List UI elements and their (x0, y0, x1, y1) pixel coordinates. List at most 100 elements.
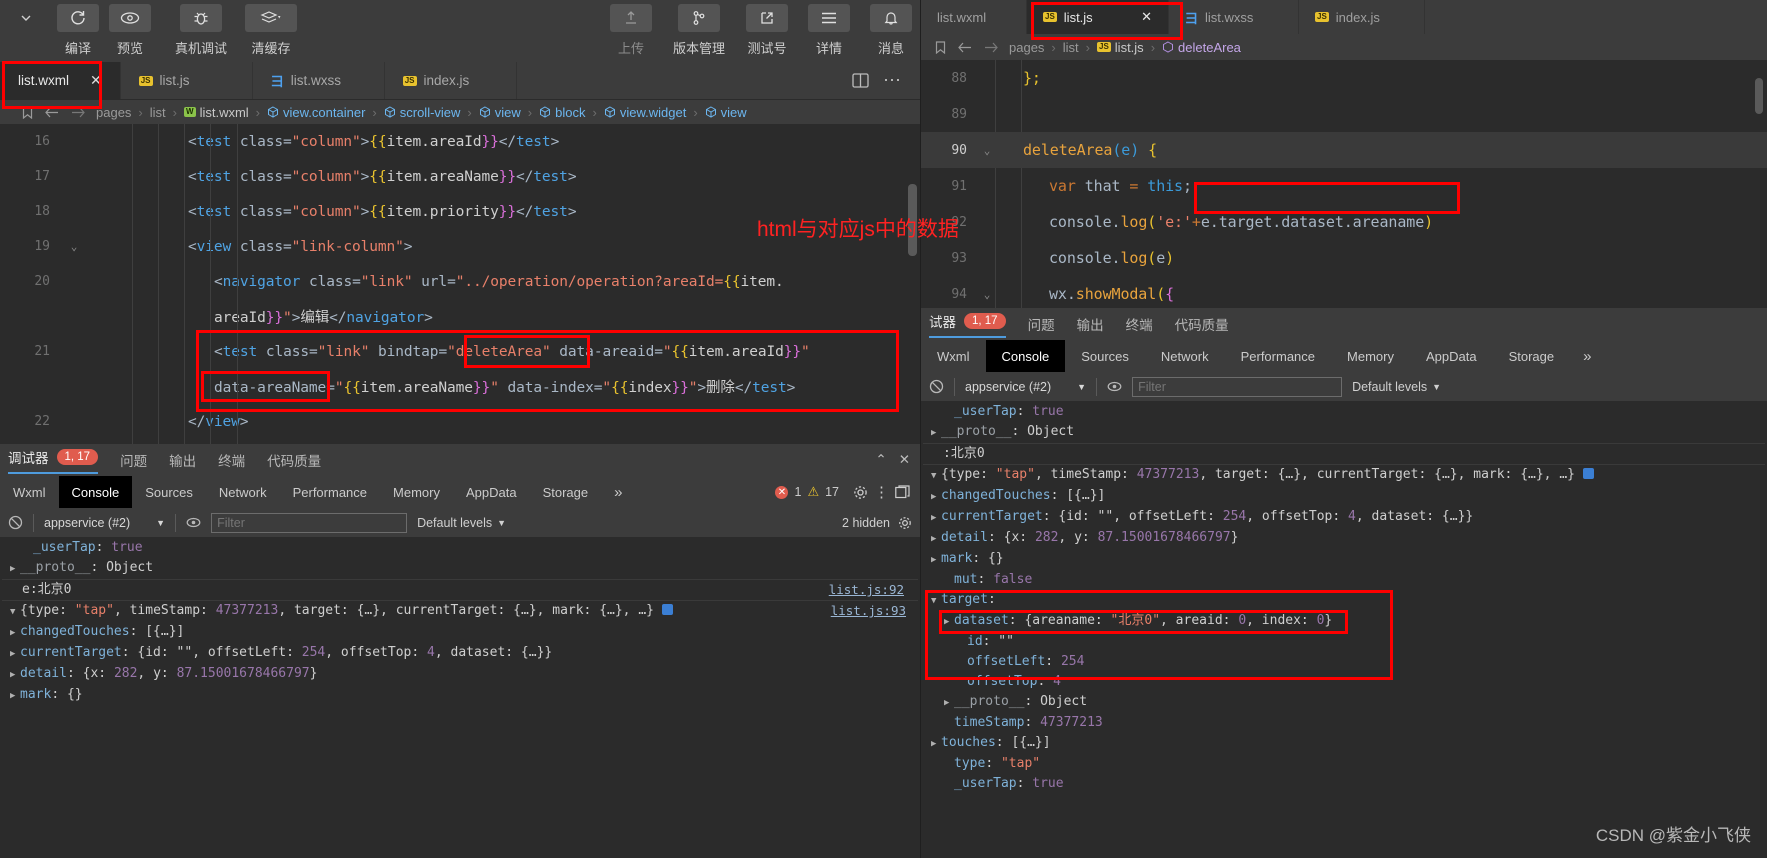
devtools-tab-appdata[interactable]: AppData (1410, 340, 1493, 372)
toolbar-preview-button[interactable]: 预览 (104, 0, 156, 57)
devtools-tab-storage[interactable]: Storage (1493, 340, 1571, 372)
expand-triangle-icon[interactable]: ▶ (10, 645, 20, 663)
devtools-tab-storage[interactable]: Storage (530, 476, 602, 508)
console-line[interactable]: _userTap: true (921, 402, 1767, 422)
devtools-tab-memory[interactable]: Memory (380, 476, 453, 508)
console-context-select[interactable]: appservice (#2) ▼ (965, 380, 1086, 394)
console-line[interactable]: ▶ detail: {x: 282, y: 87.15001678466797} (921, 528, 1767, 549)
expand-triangle-icon[interactable]: ▶ (931, 509, 941, 527)
console-filter-input[interactable] (211, 512, 408, 533)
subtab-problems[interactable]: 问题 (1028, 314, 1055, 334)
expand-triangle-icon[interactable]: ▶ (10, 666, 20, 684)
breadcrumb-item-node[interactable]: view.container (267, 105, 365, 120)
bookmark-icon[interactable] (22, 105, 33, 119)
console-line[interactable]: ▶ changedTouches: [{…}] (0, 622, 920, 643)
console-line[interactable]: ▼ {type: "tap", timeStamp: 47377213, targ… (0, 601, 920, 622)
console-line[interactable]: id: "" (921, 632, 1767, 652)
expand-triangle-icon[interactable]: ▶ (10, 560, 20, 578)
editor-tab-list-wxss[interactable]: 彐 list.wxss (253, 62, 385, 99)
expand-triangle-icon[interactable]: ▼ (931, 592, 941, 610)
toolbar-test-id-button[interactable]: 测试号 (736, 0, 798, 57)
console-levels-select[interactable]: Default levels ▼ (417, 516, 506, 530)
settings-gear-icon[interactable] (853, 485, 868, 500)
subtab-code-quality[interactable]: 代码质量 (267, 450, 321, 470)
expand-triangle-icon[interactable]: ▶ (10, 687, 20, 705)
devtools-tab-network[interactable]: Network (206, 476, 280, 508)
right-console-output[interactable]: _userTap: true ▶ __proto__: Object:北京0 ▼ {ty… (921, 402, 1767, 858)
subtab-terminal[interactable]: 终端 (1126, 314, 1153, 334)
breadcrumb-item-file[interactable]: W list.wxml (184, 105, 249, 120)
back-arrow-icon[interactable] (958, 42, 972, 53)
toolbar-clear-cache-button[interactable]: 清缓存 (240, 0, 302, 57)
breadcrumb-item-list[interactable]: list (150, 105, 166, 120)
close-icon[interactable]: ✕ (1121, 9, 1152, 25)
console-line[interactable]: ▶ detail: {x: 282, y: 87.15001678466797} (0, 664, 920, 685)
forward-arrow-icon[interactable] (71, 107, 85, 118)
console-line[interactable]: ▶ __proto__: Object (921, 692, 1767, 713)
right-breadcrumb-item-file[interactable]: JS list.js (1097, 40, 1144, 55)
console-line[interactable]: e:北京0 list.js:92 (2, 579, 918, 601)
expand-triangle-icon[interactable]: ▶ (10, 624, 20, 642)
subtab-debugger[interactable]: 试器 1, 17 (929, 311, 1006, 338)
subtab-code-quality[interactable]: 代码质量 (1175, 314, 1229, 334)
expand-triangle-icon[interactable]: ▶ (944, 613, 954, 631)
devtools-tab-console[interactable]: Console (58, 476, 133, 508)
breadcrumb-item-node[interactable]: view (705, 105, 747, 120)
console-source-link[interactable]: list.js:93 (831, 602, 906, 620)
split-editor-icon[interactable] (852, 73, 869, 88)
devtools-tab-wxml[interactable]: Wxml (0, 476, 59, 508)
toolbar-message-button[interactable]: 消息 (860, 0, 922, 57)
js-editor-scrollbar[interactable] (1755, 78, 1763, 114)
subtab-terminal[interactable]: 终端 (218, 450, 245, 470)
console-line[interactable]: ▼ target: (921, 590, 1767, 611)
toolbar-real-device-debug-button[interactable]: 真机调试 (164, 0, 238, 57)
devtools-tab-overflow[interactable]: » (1570, 340, 1604, 372)
js-code-editor[interactable]: 88}; 89 90 ⌄ deleteArea(e) {91 var that = thi… (921, 60, 1767, 308)
toolbar-detail-button[interactable]: 详情 (798, 0, 860, 57)
toolbar-compile-button[interactable]: 编译 (52, 0, 104, 57)
kebab-menu-icon[interactable]: ⋮ (874, 483, 889, 501)
console-filter-input[interactable] (1132, 376, 1343, 397)
editor-tab-list-wxml[interactable]: list.wxml ✕ (0, 62, 121, 99)
subtab-output[interactable]: 输出 (1077, 314, 1104, 334)
right-tab-list-wxml[interactable]: list.wxml (921, 0, 1027, 34)
devtools-tab-performance[interactable]: Performance (280, 476, 380, 508)
editor-tab-index-js[interactable]: JS index.js (385, 62, 517, 99)
expand-triangle-icon[interactable]: ▶ (931, 424, 941, 442)
subtab-output[interactable]: 输出 (169, 450, 196, 470)
console-line[interactable]: ▶ __proto__: Object (0, 558, 920, 579)
toolbar-upload-button[interactable]: 上传 (600, 0, 662, 57)
right-breadcrumb-item-function[interactable]: deleteArea (1162, 40, 1241, 55)
right-breadcrumb-item-pages[interactable]: pages (1009, 40, 1044, 55)
devtools-tab-network[interactable]: Network (1145, 340, 1225, 372)
console-line[interactable]: offsetLeft: 254 (921, 652, 1767, 672)
dock-panel-icon[interactable] (895, 485, 910, 499)
expand-triangle-icon[interactable]: ▶ (931, 530, 941, 548)
devtools-tab-wxml[interactable]: Wxml (921, 340, 986, 372)
console-levels-select[interactable]: Default levels ▼ (1352, 380, 1441, 394)
expand-triangle-icon[interactable]: ▼ (931, 467, 941, 485)
toolbar-back-button[interactable] (0, 0, 52, 57)
console-line[interactable]: mut: false (921, 570, 1767, 590)
console-line[interactable]: ▶ changedTouches: [{…}] (921, 486, 1767, 507)
close-icon[interactable]: ✕ (76, 72, 102, 89)
expand-triangle-icon[interactable]: ▶ (931, 488, 941, 506)
console-settings-gear-icon[interactable] (898, 516, 912, 530)
breadcrumb-item-pages[interactable]: pages (96, 105, 131, 120)
breadcrumb-item-node[interactable]: view.widget (604, 105, 686, 120)
console-line[interactable]: offsetTop: 4 (921, 672, 1767, 692)
console-line[interactable]: ▶ currentTarget: {id: "", offsetLeft: 254… (0, 643, 920, 664)
console-eye-icon[interactable] (186, 516, 201, 529)
forward-arrow-icon[interactable] (984, 42, 998, 53)
console-context-select[interactable]: appservice (#2) ▼ (44, 516, 165, 530)
right-tab-list-wxss[interactable]: 彐 list.wxss (1169, 0, 1299, 34)
subtab-debugger[interactable]: 调试器 1, 17 (8, 447, 99, 474)
breadcrumb-item-node[interactable]: scroll-view (384, 105, 460, 120)
console-line[interactable]: ▶ mark: {} (921, 549, 1767, 570)
console-line[interactable]: ▶ __proto__: Object (921, 422, 1767, 443)
console-line[interactable]: _userTap: true (921, 774, 1767, 794)
devtools-tab-memory[interactable]: Memory (1331, 340, 1410, 372)
console-line[interactable]: ▶ mark: {} (0, 685, 920, 706)
console-line[interactable]: ▶ dataset: {areaname: "北京0", areaid: 0, i… (921, 611, 1767, 632)
clear-console-icon[interactable] (8, 515, 23, 530)
